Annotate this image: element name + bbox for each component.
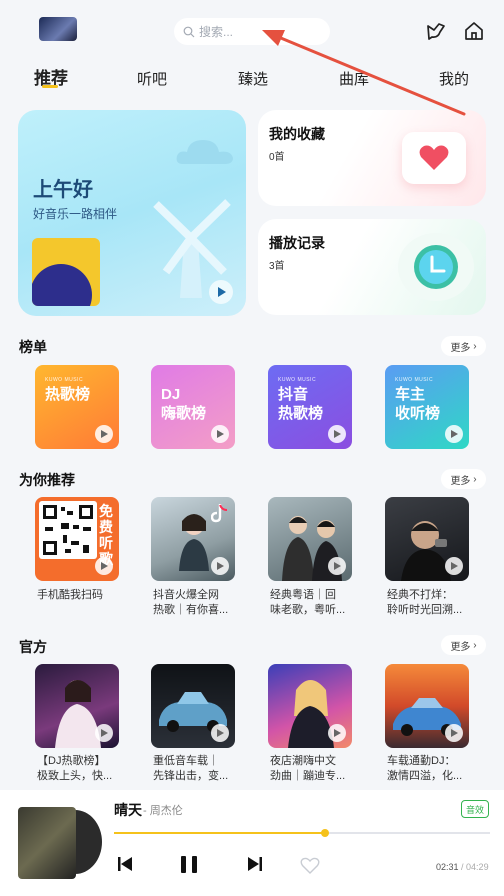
play-icon[interactable]: [95, 724, 113, 742]
tab-select[interactable]: 臻选: [238, 68, 268, 89]
play-icon[interactable]: [328, 425, 346, 443]
official-tile-bass[interactable]: [151, 664, 235, 748]
heart-tile: [402, 132, 466, 184]
recommend-tile-cantonese[interactable]: [268, 497, 352, 581]
total-time: / 04:29: [461, 862, 489, 872]
tab-mine[interactable]: 我的: [439, 68, 469, 89]
heart-icon: [419, 145, 449, 170]
tiktok-icon: [211, 504, 228, 523]
recommend-tile-classic[interactable]: [385, 497, 469, 581]
play-icon[interactable]: [95, 557, 113, 575]
tile-brand: KUWO MUSIC: [278, 377, 317, 383]
tile-title: 抖音 热歌榜: [278, 386, 324, 422]
song-artist: - 周杰伦: [143, 805, 183, 817]
play-icon[interactable]: [211, 425, 229, 443]
history-count: 3首: [269, 261, 285, 272]
previous-button[interactable]: [117, 856, 133, 872]
play-icon[interactable]: [445, 557, 463, 575]
recommend-caption[interactable]: 抖音火爆全网 热歌｜有你喜...: [153, 588, 245, 618]
top-bar: 搜索...: [0, 0, 504, 62]
tile-title: 车主 收听榜: [395, 386, 441, 422]
history-card[interactable]: 播放记录 3首: [258, 219, 486, 315]
elapsed-time: 02:31: [436, 862, 459, 872]
app-logo[interactable]: [39, 17, 77, 41]
history-title: 播放记录: [269, 235, 325, 251]
official-caption[interactable]: 车载通勤DJ： 激情四溢，化...: [387, 754, 479, 784]
sound-effect-button[interactable]: 音效: [461, 800, 489, 818]
recommend-tile-douyin[interactable]: [151, 497, 235, 581]
tab-listen[interactable]: 听吧: [137, 68, 167, 89]
play-button[interactable]: [208, 279, 234, 305]
search-placeholder: 搜索...: [199, 25, 234, 39]
play-icon[interactable]: [445, 425, 463, 443]
progress-bar[interactable]: [114, 829, 490, 837]
progress-thumb[interactable]: [320, 829, 329, 837]
favorites-card[interactable]: 我的收藏 0首: [258, 110, 486, 206]
recommend-tile-qr[interactable]: 免费听歌: [35, 497, 119, 581]
favorites-count: 0首: [269, 152, 285, 163]
greeting-subtitle: 好音乐一路相伴: [33, 207, 118, 221]
charts-more-button[interactable]: 更多 ›: [441, 336, 486, 356]
tile-brand: KUWO MUSIC: [395, 377, 434, 383]
play-icon[interactable]: [95, 425, 113, 443]
favorites-title: 我的收藏: [269, 126, 325, 142]
official-caption[interactable]: 重低音车载｜ 先锋出击，变...: [153, 754, 245, 784]
recommend-caption[interactable]: 经典不打烊： 聆听时光回溯...: [387, 588, 479, 618]
tile-title: DJ 嗨歌榜: [161, 386, 207, 422]
official-tile-dj[interactable]: [35, 664, 119, 748]
tile-brand: KUWO MUSIC: [45, 377, 84, 383]
tab-bar: 推荐 听吧 臻选 曲库 我的: [0, 64, 504, 94]
clock-icon: [398, 233, 474, 301]
recommend-section-title: 为你推荐: [19, 472, 75, 488]
album-cover[interactable]: [32, 238, 100, 306]
search-input[interactable]: 搜索...: [174, 18, 330, 45]
chart-tile-hot[interactable]: KUWO MUSIC 热歌榜: [35, 365, 119, 449]
recognize-icon[interactable]: [425, 20, 447, 42]
time-display: 02:31 / 04:29: [436, 862, 489, 872]
play-icon[interactable]: [211, 557, 229, 575]
next-button[interactable]: [247, 856, 263, 872]
chart-tile-car[interactable]: KUWO MUSIC 车主 收听榜: [385, 365, 469, 449]
play-icon[interactable]: [328, 557, 346, 575]
more-label: 更多: [450, 641, 471, 653]
official-caption[interactable]: 【DJ热歌榜】 极致上头，快...: [37, 754, 129, 784]
tab-library[interactable]: 曲库: [339, 68, 369, 89]
tile-title: 热歌榜: [45, 386, 91, 403]
portrait-figure: [179, 514, 209, 571]
play-icon[interactable]: [211, 724, 229, 742]
search-icon: [183, 26, 195, 37]
song-title: 晴天: [114, 802, 142, 818]
more-label: 更多: [450, 342, 471, 354]
official-tile-club[interactable]: [268, 664, 352, 748]
recommend-caption[interactable]: 经典粤语｜回 味老歌，粤听...: [270, 588, 362, 618]
official-more-button[interactable]: 更多 ›: [441, 635, 486, 655]
greeting-text: 上午好: [33, 179, 93, 201]
recommend-caption[interactable]: 手机酷我扫码: [37, 588, 129, 603]
chart-tile-douyin[interactable]: KUWO MUSIC 抖音 热歌榜: [268, 365, 352, 449]
cloud-icon: [176, 140, 233, 164]
qr-code-icon: [39, 501, 97, 559]
now-playing-cover[interactable]: [18, 807, 76, 879]
progress-fill: [114, 832, 325, 834]
charts-section-title: 榜单: [19, 339, 47, 355]
official-caption[interactable]: 夜店潮嗨中文 劲曲｜蹦迪专...: [270, 754, 362, 784]
greeting-card[interactable]: 上午好 好音乐一路相伴: [18, 110, 246, 316]
mini-player: 晴天 - 周杰伦 音效 02:31 / 04:29: [0, 790, 504, 896]
pause-button[interactable]: [180, 856, 198, 873]
active-tab-indicator: [42, 85, 58, 88]
home-icon[interactable]: [463, 20, 485, 42]
play-icon[interactable]: [445, 724, 463, 742]
play-icon[interactable]: [328, 724, 346, 742]
recommend-more-button[interactable]: 更多 ›: [441, 469, 486, 489]
like-heart-icon[interactable]: [300, 857, 320, 875]
official-tile-commute[interactable]: [385, 664, 469, 748]
official-section-title: 官方: [19, 639, 47, 655]
chart-tile-dj[interactable]: DJ 嗨歌榜: [151, 365, 235, 449]
more-label: 更多: [450, 475, 471, 487]
